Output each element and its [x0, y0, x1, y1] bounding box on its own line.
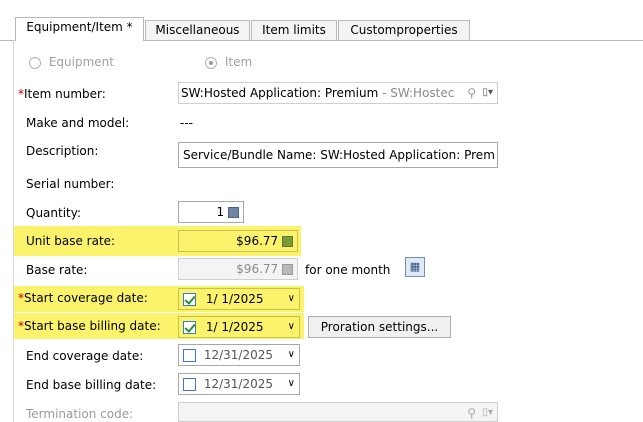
start-coverage-value: 1/ 1/2025 [205, 292, 264, 306]
base-rate-value: $96.77 [236, 262, 279, 276]
start-billing-date-picker[interactable]: 1/ 1/2025 ∨ [178, 316, 300, 338]
description-field[interactable]: Service/Bundle Name: SW:Hosted Applicati… [178, 142, 498, 168]
make-model-label: Make and model: [26, 116, 130, 130]
description-value: Service/Bundle Name: SW:Hosted Applicati… [183, 148, 495, 162]
unit-base-rate-value: $96.77 [236, 234, 279, 248]
item-number-text: Item number: [24, 87, 106, 101]
start-coverage-label: *Start coverage date: [18, 290, 148, 306]
tab-bar: Equipment/Item * Miscellaneous Item limi… [0, 0, 643, 44]
calculator-icon[interactable] [282, 236, 293, 247]
tab-miscellaneous[interactable]: Miscellaneous [145, 20, 250, 41]
make-model-value: --- [180, 116, 193, 130]
tab-item-limits[interactable]: Item limits [251, 20, 337, 41]
calculator-icon [282, 264, 293, 275]
termination-menu-icon: ▯▾ [482, 407, 493, 418]
quantity-value: 1 [216, 205, 225, 219]
quantity-field[interactable]: 1 [178, 201, 244, 223]
item-radio-label: Item [224, 55, 253, 69]
quantity-label: Quantity: [26, 206, 82, 220]
item-number-value: SW:Hosted Application: Premium [181, 86, 379, 100]
end-coverage-label: End coverage date: [26, 349, 144, 363]
end-billing-value: 12/31/2025 [203, 377, 273, 391]
description-label: Description: [26, 144, 99, 158]
start-coverage-text: Start coverage date: [24, 291, 148, 305]
item-menu-icon[interactable]: ▯▾ [482, 83, 493, 103]
start-coverage-checkbox[interactable] [183, 293, 196, 306]
equipment-radio-label: Equipment [48, 55, 114, 69]
unit-base-rate-label: Unit base rate: [26, 234, 116, 248]
tab-custom-properties[interactable]: Customproperties [338, 20, 470, 41]
chevron-down-icon[interactable]: ∨ [288, 317, 295, 337]
start-coverage-date-picker[interactable]: 1/ 1/2025 ∨ [178, 288, 300, 310]
start-billing-value: 1/ 1/2025 [205, 320, 264, 334]
start-billing-label: *Start base billing date: [18, 318, 161, 334]
start-billing-text: Start base billing date: [24, 319, 161, 333]
end-billing-checkbox[interactable] [183, 378, 196, 391]
base-rate-label: Base rate: [26, 263, 88, 277]
termination-code-field: ⚲ ▯▾ [178, 402, 498, 422]
base-rate-field: $96.77 [178, 258, 298, 280]
end-billing-label: End base billing date: [26, 378, 157, 392]
base-rate-period: for one month [305, 263, 391, 277]
radio-circle-icon [29, 56, 41, 69]
search-icon: ⚲ [467, 406, 476, 420]
tab-equipment-item[interactable]: Equipment/Item * [15, 17, 144, 41]
proration-settings-button[interactable]: Proration settings... [308, 316, 451, 338]
end-coverage-date-picker[interactable]: 12/31/2025 ∨ [178, 344, 300, 366]
serial-number-label: Serial number: [26, 177, 115, 191]
rate-schedule-icon[interactable]: ▦ [405, 257, 425, 277]
end-billing-date-picker[interactable]: 12/31/2025 ∨ [178, 373, 300, 395]
chevron-down-icon[interactable]: ∨ [288, 289, 295, 309]
item-number-suffix: - SW:Hostec [378, 86, 455, 100]
item-number-label: *Item number: [18, 86, 106, 102]
end-coverage-checkbox[interactable] [183, 349, 196, 362]
chevron-down-icon[interactable]: ∨ [288, 374, 295, 394]
item-radio[interactable]: Item [205, 55, 252, 69]
end-coverage-value: 12/31/2025 [203, 348, 273, 362]
radio-selected-icon [205, 56, 217, 69]
start-billing-checkbox[interactable] [183, 321, 196, 334]
item-number-field[interactable]: SW:Hosted Application: Premium - SW:Host… [178, 82, 498, 104]
unit-base-rate-field[interactable]: $96.77 [178, 230, 298, 252]
search-icon[interactable]: ⚲ [467, 83, 476, 103]
calculator-icon[interactable] [228, 207, 239, 218]
termination-code-label: Termination code: [26, 407, 134, 421]
chevron-down-icon[interactable]: ∨ [288, 345, 295, 365]
equipment-radio[interactable]: Equipment [29, 55, 114, 69]
